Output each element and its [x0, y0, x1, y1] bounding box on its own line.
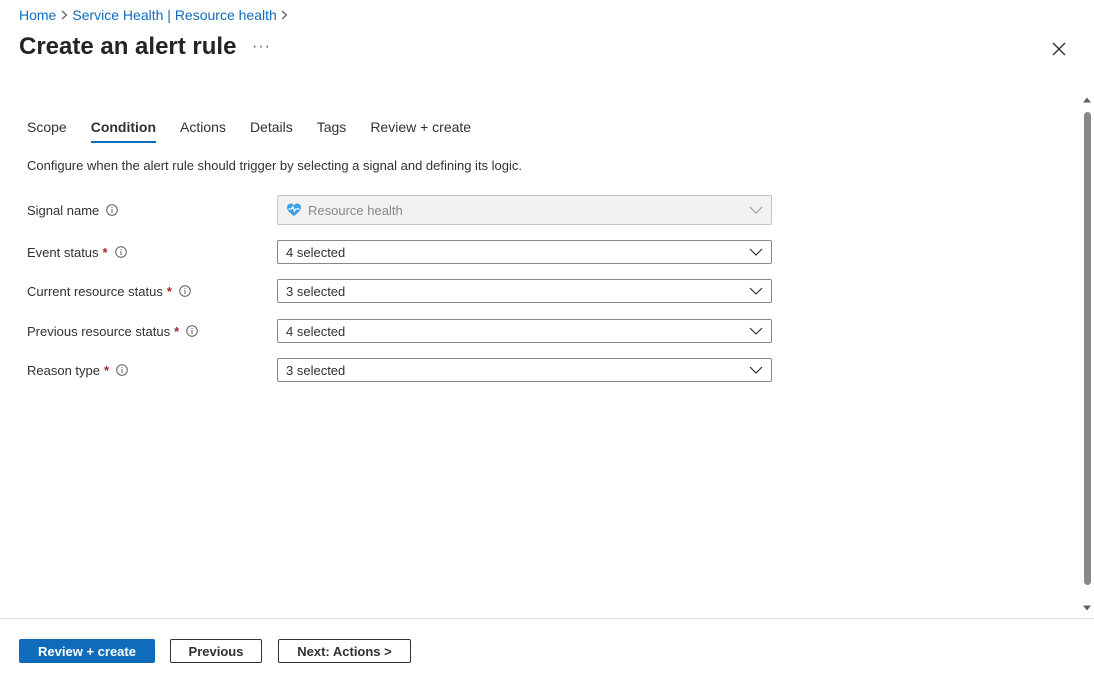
info-icon[interactable] [186, 325, 198, 337]
breadcrumb-service-health[interactable]: Service Health | Resource health [72, 7, 276, 23]
chevron-right-icon [56, 10, 72, 20]
close-icon[interactable] [1050, 40, 1068, 58]
event-status-row: Event status * 4 selected [27, 240, 772, 264]
resource-health-icon [287, 203, 301, 216]
info-icon[interactable] [106, 204, 119, 216]
current-status-label: Current resource status [27, 283, 163, 299]
previous-status-label: Previous resource status [27, 323, 171, 339]
signal-name-select: Resource health [277, 195, 772, 225]
scroll-down-icon[interactable] [1083, 604, 1091, 612]
scroll-up-icon[interactable] [1083, 96, 1091, 104]
tab-details[interactable]: Details [250, 119, 293, 143]
scrollbar-thumb[interactable] [1084, 112, 1091, 585]
condition-description: Configure when the alert rule should tri… [27, 158, 523, 173]
reason-type-label: Reason type [27, 362, 100, 378]
review-create-button[interactable]: Review + create [19, 639, 155, 663]
chevron-right-icon [277, 10, 293, 20]
tab-tags[interactable]: Tags [317, 119, 347, 143]
chevron-down-icon [749, 248, 763, 256]
next-actions-button[interactable]: Next: Actions > [278, 639, 411, 663]
reason-type-select[interactable]: 3 selected [277, 358, 772, 382]
chevron-down-icon [749, 366, 763, 374]
page-title: Create an alert rule [19, 33, 237, 60]
breadcrumb-home[interactable]: Home [19, 7, 56, 23]
signal-name-value: Resource health [308, 202, 403, 218]
breadcrumb: Home Service Health | Resource health [19, 7, 293, 23]
more-options-button[interactable]: ··· [252, 38, 271, 56]
current-status-select[interactable]: 3 selected [277, 279, 772, 303]
required-marker: * [102, 244, 108, 260]
event-status-select[interactable]: 4 selected [277, 240, 772, 264]
tab-scope[interactable]: Scope [27, 119, 67, 143]
info-icon[interactable] [114, 246, 127, 258]
info-icon[interactable] [179, 285, 191, 297]
previous-status-select[interactable]: 4 selected [277, 319, 772, 343]
info-icon[interactable] [116, 364, 128, 376]
previous-button[interactable]: Previous [170, 639, 262, 663]
tab-actions[interactable]: Actions [180, 119, 226, 143]
wizard-footer: Review + create Previous Next: Actions > [0, 618, 1094, 680]
signal-name-label: Signal name [27, 202, 100, 218]
tab-review-create[interactable]: Review + create [370, 119, 471, 143]
previous-status-row: Previous resource status * 4 selected [27, 319, 772, 343]
reason-type-row: Reason type * 3 selected [27, 358, 772, 382]
required-marker: * [174, 323, 180, 339]
signal-name-row: Signal name Resource health [27, 195, 772, 225]
current-status-value: 3 selected [286, 283, 346, 299]
required-marker: * [166, 283, 172, 299]
tab-condition[interactable]: Condition [90, 119, 157, 143]
event-status-label: Event status [27, 244, 99, 260]
required-marker: * [104, 362, 110, 378]
chevron-down-icon [749, 327, 763, 335]
current-status-row: Current resource status * 3 selected [27, 279, 772, 303]
event-status-value: 4 selected [286, 244, 346, 260]
wizard-tabs: Scope Condition Actions Details Tags Rev… [27, 119, 495, 143]
reason-type-value: 3 selected [286, 362, 346, 378]
chevron-down-icon [749, 206, 763, 214]
previous-status-value: 4 selected [286, 323, 346, 339]
vertical-scrollbar[interactable] [1081, 92, 1093, 614]
chevron-down-icon [749, 287, 763, 295]
